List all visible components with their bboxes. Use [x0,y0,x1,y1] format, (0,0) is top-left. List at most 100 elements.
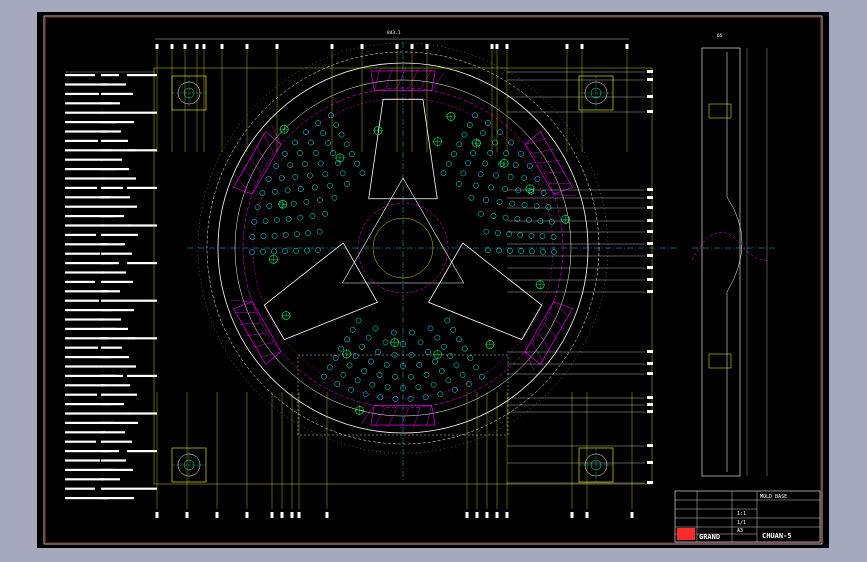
note-line [101,440,132,443]
cooling-hole [459,371,466,378]
top-dimension-label: 843.1 [387,30,401,36]
bottom-leader-tag [297,512,301,518]
bottom-leader-tag [155,512,159,518]
note-line [65,384,106,387]
cooling-hole [339,170,346,177]
right-leader-tag [647,444,653,447]
note-line [127,412,157,415]
cooling-hole [545,204,552,211]
right-leader-tag [647,110,653,113]
cooling-hole [343,141,350,148]
arm-outline [427,242,543,341]
cooling-hole [407,395,414,402]
cooling-hole [507,247,513,254]
top-leader-tag [495,44,499,49]
cooling-hole [451,151,457,157]
cooling-hole [282,248,288,254]
cooling-hole [456,181,462,187]
cooling-hole [338,131,345,138]
note-line [101,243,125,246]
cooling-hole [461,131,468,138]
note-line [101,186,123,189]
cooling-hole [515,187,522,194]
note-line [65,130,107,133]
cooling-hole [293,247,299,254]
dimension-leaders [155,38,653,518]
top-leader-tag [275,44,279,49]
right-leader-tag [647,461,653,464]
hatch-line [374,406,386,426]
note-line [101,280,133,283]
right-leader-tag [647,188,653,191]
note-line [127,149,157,152]
cooling-hole [362,391,369,398]
cooling-hole [274,217,280,223]
right-leader-tag [647,290,653,293]
right-leader-tag [647,219,653,222]
note-line [127,262,157,265]
notes-table [65,71,157,500]
note-line [101,318,121,321]
cooling-hole [416,362,423,368]
cooling-hole [473,182,479,189]
cooling-hole [361,368,368,374]
cooling-hole [320,130,326,136]
cad-viewport[interactable]: GRAND MOLD BASE 1:1 1/1 A3 CHUAN-5 843.1… [0,0,867,562]
cooling-hole [355,317,362,324]
cooling-hole [305,230,312,236]
cooling-hole [496,199,503,205]
cooling-hole [348,386,355,393]
note-line [101,365,136,368]
cad-drawing[interactable]: GRAND MOLD BASE 1:1 1/1 A3 CHUAN-5 843.1… [37,12,829,548]
cooling-hole [447,353,454,359]
note-line [101,224,131,227]
right-leader-tag [647,206,653,209]
cooling-hole [292,173,299,180]
note-line [101,83,126,86]
note-line [101,421,138,424]
cooling-hole [502,214,509,221]
cooling-hole [302,161,308,168]
hatch-line [538,159,561,164]
note-line [101,356,129,359]
note-line [101,205,137,208]
cooling-hole [425,349,431,355]
cooling-hole [434,334,441,341]
cooling-hole [304,247,310,254]
cooling-hole [282,232,289,238]
note-line [101,215,124,218]
note-line [101,130,121,133]
cooling-hole [271,248,277,255]
cooling-hole [512,162,519,168]
cooling-hole [460,170,467,177]
note-line [65,252,100,255]
drawing-canvas[interactable]: GRAND MOLD BASE 1:1 1/1 A3 CHUAN-5 843.1… [37,12,829,548]
title-block-company: GRAND [699,533,720,541]
note-line [101,233,138,236]
cooling-hole [322,210,329,217]
cooling-hole [432,358,438,365]
note-line [101,262,119,265]
top-leader-tag [360,44,364,49]
cooling-hole [297,150,303,157]
hatch-line [553,193,576,197]
cooling-hole [338,345,345,352]
bottom-leader-tag [570,512,574,518]
bottom-leader-tag [495,512,499,518]
cooling-hole [540,190,547,196]
bottom-leader-tag [325,512,329,518]
cooling-hole [477,210,484,217]
note-line [101,393,137,396]
right-leader-tag [647,403,653,406]
cooling-hole [266,203,273,209]
hatched-sector [233,301,282,365]
note-line [65,205,101,208]
note-line [65,158,102,161]
cooling-hole [485,247,491,254]
note-line [101,459,126,462]
cooling-hole [326,364,333,371]
side-section-view [691,47,777,477]
hatch-line [387,407,398,428]
note-line [101,196,130,199]
cooling-hole [303,129,309,136]
